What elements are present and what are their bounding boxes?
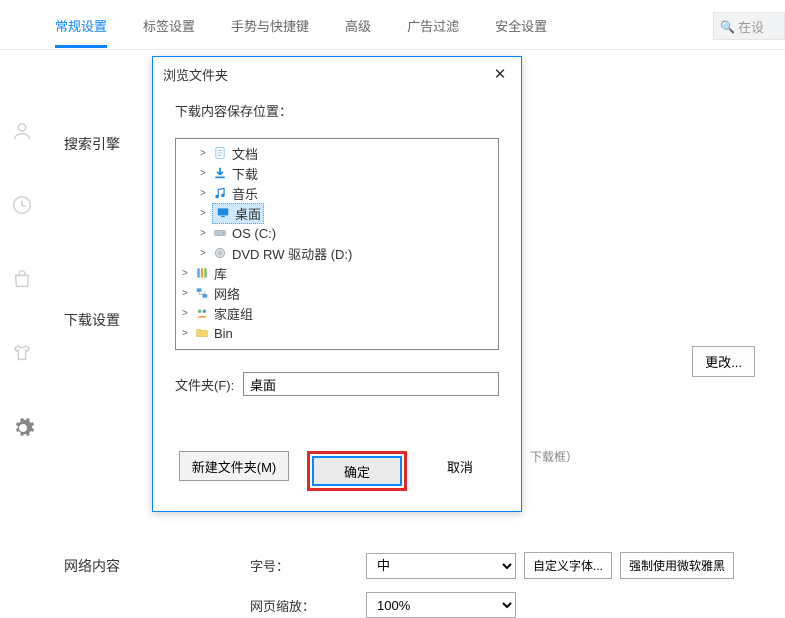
tree-item-label: 音乐 — [232, 184, 258, 203]
chevron-right-icon[interactable]: > — [182, 308, 194, 319]
zoom-select[interactable]: 100% — [366, 592, 516, 618]
tree-item[interactable]: > 家庭组 — [176, 303, 498, 323]
clock-icon[interactable] — [11, 194, 33, 216]
search-icon — [720, 19, 738, 34]
folder-name-input[interactable] — [243, 372, 499, 396]
chevron-right-icon[interactable]: > — [182, 288, 194, 299]
tab-advanced[interactable]: 高级 — [345, 2, 371, 47]
chevron-right-icon[interactable]: > — [200, 188, 212, 199]
shirt-icon[interactable] — [11, 342, 33, 364]
tab-tabs[interactable]: 标签设置 — [143, 2, 195, 47]
tree-item[interactable]: > 网络 — [176, 283, 498, 303]
tree-item[interactable]: > 音乐 — [176, 183, 498, 203]
doc-icon — [212, 145, 228, 161]
tree-item[interactable]: > 文档 — [176, 143, 498, 163]
close-icon[interactable]: ✕ — [489, 63, 511, 85]
tree-item-label: OS (C:) — [232, 226, 276, 241]
tree-item-label: Bin — [214, 326, 233, 341]
home-icon — [194, 305, 210, 321]
settings-tabs: 常规设置 标签设置 手势与快捷键 高级 广告过滤 安全设置 — [0, 0, 785, 50]
tree-item[interactable]: CC — [176, 343, 498, 350]
disc-icon — [212, 245, 228, 261]
tree-item-label: 桌面 — [235, 204, 261, 223]
music-icon — [212, 185, 228, 201]
change-download-path-button[interactable]: 更改... — [692, 346, 755, 377]
gear-icon[interactable] — [11, 416, 33, 438]
down-icon — [212, 165, 228, 181]
tree-item[interactable]: >库 — [176, 263, 498, 283]
search-placeholder: 在设 — [738, 17, 764, 36]
dialog-title: 浏览文件夹 — [163, 65, 228, 84]
ok-highlight: 确定 — [307, 451, 407, 491]
ok-button[interactable]: 确定 — [312, 456, 402, 486]
tree-item-label: 文档 — [232, 144, 258, 163]
font-size-label: 字号： — [250, 556, 366, 575]
chevron-right-icon[interactable]: > — [182, 328, 194, 339]
user-icon[interactable] — [11, 120, 33, 142]
tree-item-label: 库 — [214, 264, 227, 283]
tree-item[interactable]: > OS (C:) — [176, 223, 498, 243]
section-download: 下载设置 — [64, 310, 120, 330]
tree-item-label: 家庭组 — [214, 304, 253, 323]
section-search-engine: 搜索引擎 — [64, 134, 120, 154]
tab-security[interactable]: 安全设置 — [495, 2, 547, 47]
tree-item-label: 网络 — [214, 284, 240, 303]
new-folder-button[interactable]: 新建文件夹(M) — [179, 451, 289, 481]
tree-item[interactable]: > Bin — [176, 323, 498, 343]
force-yahei-button[interactable]: 强制使用微软雅黑 — [620, 552, 734, 579]
download-hint: 下载框） — [530, 448, 578, 465]
custom-font-button[interactable]: 自定义字体... — [524, 552, 612, 579]
font-size-select[interactable]: 中 — [366, 553, 516, 579]
tree-item-label: DVD RW 驱动器 (D:) — [232, 244, 352, 263]
sidebar — [0, 120, 44, 438]
tree-item-label: 下载 — [232, 164, 258, 183]
folder-field-label: 文件夹(F): — [175, 375, 243, 394]
chevron-right-icon[interactable]: > — [182, 268, 194, 279]
tree-item[interactable]: > 桌面 — [176, 203, 498, 223]
folder-icon — [194, 325, 210, 341]
drive-icon — [212, 225, 228, 241]
tab-gesture[interactable]: 手势与快捷键 — [231, 2, 309, 47]
folder-tree[interactable]: >文档>下载>音乐>桌面>OS (C:)>DVD RW 驱动器 (D:)>库>网… — [175, 138, 499, 350]
zoom-label: 网页缩放： — [250, 596, 366, 615]
chevron-right-icon[interactable]: > — [200, 228, 212, 239]
chevron-right-icon[interactable]: > — [200, 248, 212, 259]
tree-item-label: CC — [214, 346, 233, 351]
dialog-prompt: 下载内容保存位置： — [175, 101, 499, 120]
lib-icon — [194, 265, 210, 281]
browse-folder-dialog: 浏览文件夹 ✕ 下载内容保存位置： > 文档 > 下载 > 音乐 > 桌面 > OS (C:) > D… — [152, 56, 522, 512]
net-icon — [194, 285, 210, 301]
folder-icon — [194, 345, 210, 350]
tab-adblock[interactable]: 广告过滤 — [407, 2, 459, 47]
settings-search[interactable]: 在设 — [713, 12, 785, 40]
tab-general[interactable]: 常规设置 — [55, 2, 107, 47]
desktop-icon — [215, 205, 231, 221]
chevron-right-icon[interactable]: > — [200, 208, 212, 219]
chevron-right-icon[interactable]: > — [200, 148, 212, 159]
tree-item[interactable]: > DVD RW 驱动器 (D:) — [176, 243, 498, 263]
cancel-button[interactable]: 取消 — [425, 451, 495, 481]
tree-item[interactable]: > 下载 — [176, 163, 498, 183]
bag-icon[interactable] — [11, 268, 33, 290]
chevron-right-icon[interactable]: > — [200, 168, 212, 179]
